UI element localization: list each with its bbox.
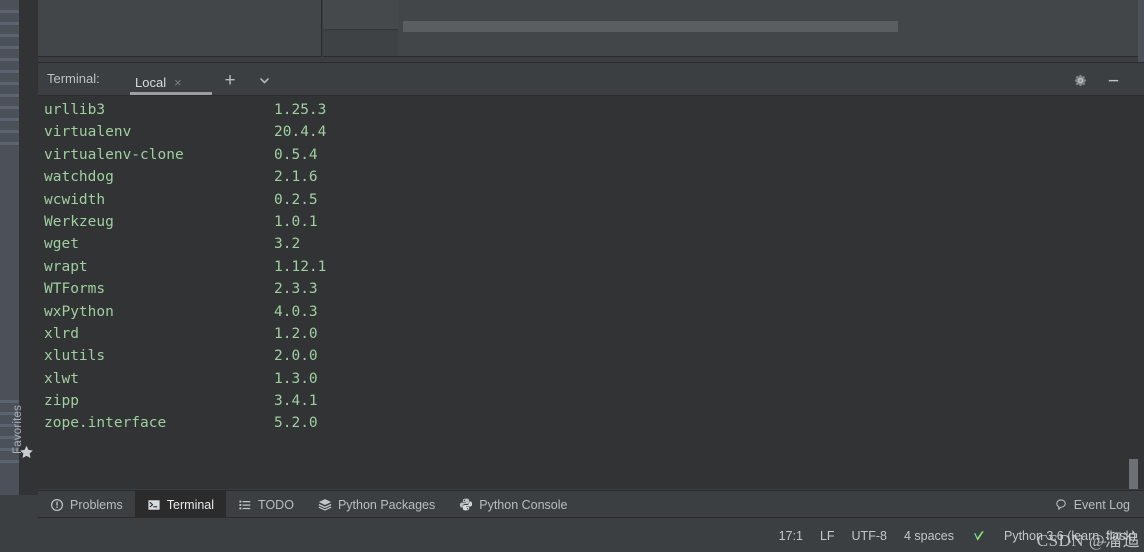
tool-tab-label: Python Packages: [337, 497, 436, 512]
python-interpreter[interactable]: Python 3.6 (learn_flask): [1004, 529, 1136, 543]
package-version: 2.1.6: [274, 169, 318, 186]
terminal-icon: [147, 498, 161, 512]
file-encoding[interactable]: UTF-8: [852, 529, 887, 543]
package-version: 2.0.0: [274, 348, 318, 365]
package-row: xlutils 2.0.0: [44, 345, 326, 367]
close-icon[interactable]: ×: [174, 76, 182, 89]
terminal-panel: Terminal: Local × + urllib3 1.25.3 virtu…: [38, 62, 1144, 489]
package-name: xlrd: [44, 325, 79, 342]
editor-panel-mid-top: [323, 0, 398, 30]
package-name: wcwidth: [44, 191, 106, 208]
ide-window: Terminal: Local × + urllib3 1.25.3 virtu…: [0, 0, 1144, 552]
editor-area: [0, 0, 1144, 62]
plus-icon[interactable]: +: [218, 69, 242, 91]
plus-glyph: +: [224, 69, 236, 91]
indent-setting[interactable]: 4 spaces: [904, 529, 954, 543]
tool-tab-label: Python Console: [479, 497, 568, 512]
tool-tab-label: Terminal: [166, 497, 215, 512]
line-separator[interactable]: LF: [820, 529, 835, 543]
tool-tab-python-packages[interactable]: Python Packages: [306, 491, 447, 518]
package-name: wxPython: [44, 303, 114, 320]
gear-icon[interactable]: [1068, 69, 1092, 91]
package-list: urllib3 1.25.3 virtualenv 20.4.4 virtualenv-…: [44, 99, 326, 435]
status-bar: 17:1 LF UTF-8 4 spaces Python 3.6 (learn…: [0, 517, 1144, 552]
package-name: Werkzeug: [44, 213, 114, 230]
package-name: xlutils: [44, 348, 106, 365]
editor-hscrollbar-thumb[interactable]: [403, 21, 898, 32]
package-name: xlwt: [44, 370, 79, 387]
package-name: wrapt: [44, 258, 88, 275]
tool-tab-python-console[interactable]: Python Console: [447, 491, 579, 518]
minimize-icon[interactable]: [1101, 69, 1125, 91]
terminal-title-label: Terminal:: [47, 71, 100, 86]
package-version: 1.0.1: [274, 213, 318, 230]
editor-right-edge-strip: [1138, 0, 1144, 62]
terminal-toolbar: Terminal: Local × +: [38, 63, 1144, 96]
package-name: watchdog: [44, 169, 114, 186]
left-tool-rail: Favorites: [0, 0, 38, 552]
package-version: 1.12.1: [274, 258, 327, 275]
tool-tab-problems[interactable]: Problems: [38, 491, 135, 518]
package-row: urllib3 1.25.3: [44, 99, 326, 121]
sidebar-item-favorites[interactable]: Favorites: [0, 405, 63, 454]
tool-tab-label: TODO: [258, 497, 294, 512]
terminal-tab-label: Local: [135, 75, 167, 90]
tool-tab-list: Problems Terminal TODO Python Packages Pytho…: [38, 491, 580, 518]
package-version: 0.5.4: [274, 146, 318, 163]
package-row: xlrd 1.2.0: [44, 323, 326, 345]
package-row: zipp 3.4.1: [44, 390, 326, 412]
package-version: 3.4.1: [274, 393, 318, 410]
package-row: virtualenv 20.4.4: [44, 121, 326, 143]
package-version: 2.3.3: [274, 281, 318, 298]
list-icon: [238, 498, 252, 512]
package-name: virtualenv-clone: [44, 146, 184, 163]
package-version: 4.0.3: [274, 303, 318, 320]
star-icon[interactable]: [14, 440, 38, 464]
editor-panel-mid-bottom: [323, 31, 398, 57]
package-row: virtualenv-clone 0.5.4: [44, 144, 326, 166]
status-bar-right: 17:1 LF UTF-8 4 spaces Python 3.6 (learn…: [779, 518, 1136, 552]
package-name: virtualenv: [44, 124, 132, 141]
chevron-down-icon[interactable]: [252, 69, 276, 91]
package-name: zipp: [44, 393, 79, 410]
package-row: zope.interface 5.2.0: [44, 412, 326, 434]
event-log-button[interactable]: Event Log: [1054, 491, 1130, 518]
package-name: urllib3: [44, 102, 106, 118]
inspection-check-icon[interactable]: [971, 528, 987, 544]
package-version: 5.2.0: [274, 415, 318, 432]
balloon-icon: [1054, 498, 1068, 512]
tool-tab-terminal[interactable]: Terminal: [134, 491, 227, 518]
editor-panel-left: [38, 0, 322, 57]
package-version: 20.4.4: [274, 124, 327, 141]
tool-tab-todo[interactable]: TODO: [226, 491, 306, 518]
tool-tab-label: Problems: [70, 497, 123, 512]
terminal-output[interactable]: urllib3 1.25.3 virtualenv 20.4.4 virtualenv-…: [38, 96, 1144, 489]
tool-window-bar: Problems Terminal TODO Python Packages Pytho…: [0, 490, 1144, 518]
package-row: WTForms 2.3.3: [44, 278, 326, 300]
package-name: wget: [44, 236, 79, 253]
package-row: wget 3.2: [44, 233, 326, 255]
package-version: 1.2.0: [274, 325, 318, 342]
layers-icon: [318, 498, 332, 512]
package-row: xlwt 1.3.0: [44, 368, 326, 390]
package-version: 1.25.3: [274, 102, 327, 118]
event-log-label: Event Log: [1073, 497, 1130, 512]
package-row: watchdog 2.1.6: [44, 166, 326, 188]
python-interpreter-label: Python 3.6 (learn_flask): [1003, 528, 1136, 543]
package-name: WTForms: [44, 281, 106, 298]
package-version: 1.3.0: [274, 370, 318, 387]
exclamation-circle-icon: [50, 498, 64, 512]
caret-position[interactable]: 17:1: [779, 529, 803, 543]
terminal-vscrollbar-thumb[interactable]: [1129, 459, 1138, 489]
package-row: Werkzeug 1.0.1: [44, 211, 326, 233]
package-row: wrapt 1.12.1: [44, 256, 326, 278]
terminal-tab-underline: [130, 92, 212, 95]
package-name: zope.interface: [44, 415, 167, 432]
package-version: 0.2.5: [274, 191, 318, 208]
package-version: 3.2: [274, 236, 301, 253]
python-icon: [459, 498, 473, 512]
package-row: wxPython 4.0.3: [44, 301, 326, 323]
package-row: wcwidth 0.2.5: [44, 189, 326, 211]
